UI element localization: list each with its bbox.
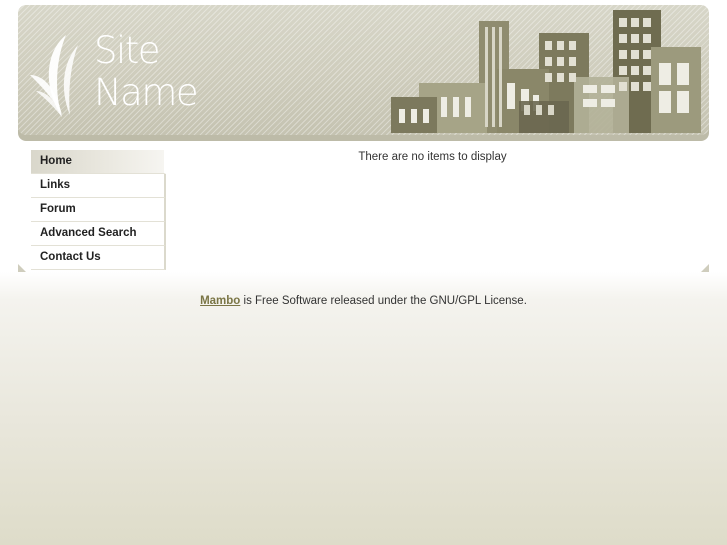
mambo-link[interactable]: Mambo (200, 295, 240, 307)
menu-item-forum[interactable]: Forum (31, 198, 166, 222)
empty-content-message: There are no items to display (358, 151, 507, 163)
leaf-logo-icon (30, 35, 78, 117)
site-header: Site Name (18, 5, 709, 141)
main-menu: Home Links Forum Advanced Search Contact… (31, 150, 166, 270)
corner-decoration-icon (18, 264, 26, 272)
menu-item-advanced-search[interactable]: Advanced Search (31, 222, 166, 246)
menu-item-home[interactable]: Home (31, 150, 166, 174)
site-name-line2: Name (94, 71, 199, 114)
site-footer: Mambo is Free Software released under th… (0, 295, 727, 307)
site-logo[interactable]: Site Name (26, 29, 226, 129)
page-container: Site Name Home Links Forum Advanced Sear… (18, 5, 709, 272)
site-name-line1: Site (94, 29, 161, 72)
menu-item-contact-us[interactable]: Contact Us (31, 246, 166, 270)
corner-decoration-icon (701, 264, 709, 272)
footer-license-text: is Free Software released under the GNU/… (240, 295, 527, 307)
menu-item-links[interactable]: Links (31, 174, 166, 198)
city-buildings-illustration (391, 10, 701, 133)
